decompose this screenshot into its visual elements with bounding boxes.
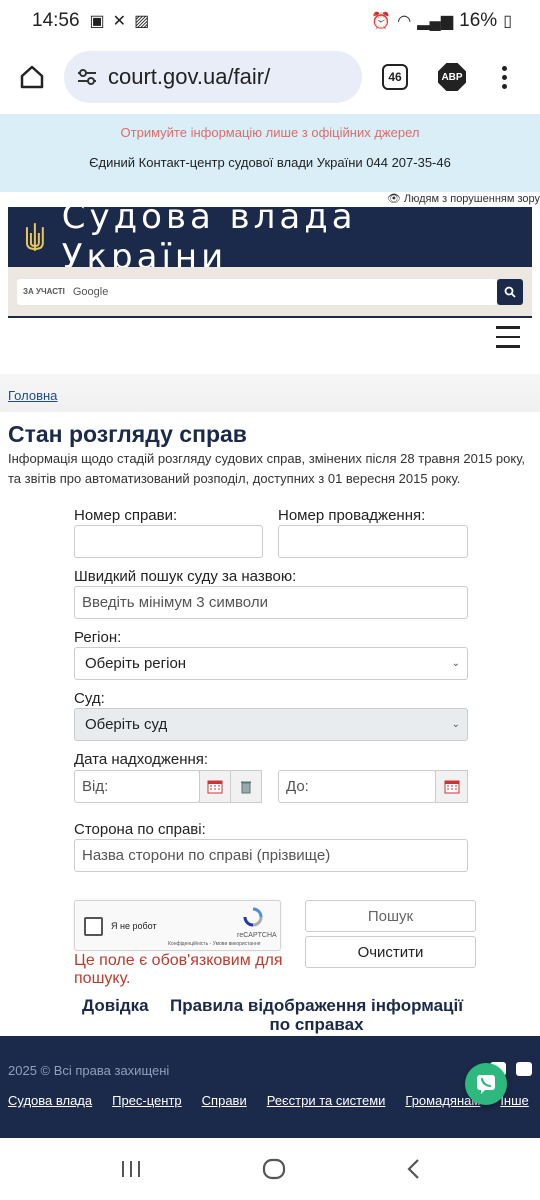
trash-icon[interactable] [230,770,262,803]
footer-link-other[interactable]: Інше [500,1093,528,1108]
adblock-icon[interactable]: ABP [438,63,466,91]
hamburger-menu-icon[interactable] [496,326,520,348]
home-nav-icon[interactable] [262,1158,286,1180]
date-from-input[interactable]: Від: [74,770,200,803]
proceeding-number-label: Номер провадження: [278,507,426,524]
signal-icon: ▂▄▆ [417,13,454,30]
court-search-label: Швидкий пошук суду за назвою: [74,568,297,585]
footer-link-judiciary[interactable]: Судова влада [8,1093,92,1108]
site-settings-icon[interactable] [76,68,98,86]
region-select-value: Оберіть регіон [85,655,187,672]
footer-link-cases[interactable]: Справи [202,1093,247,1108]
mute-icon: ✕ [112,13,127,30]
court-select-value: Оберіть суд [85,716,168,733]
display-rules-link[interactable]: Правила відображення інформації по справ… [164,996,469,1034]
chevron-down-icon: ⌄ [451,658,460,669]
battery-icon: ▯ [503,13,512,30]
address-bar[interactable]: court.gov.ua/fair/ [64,51,362,103]
browser-toolbar: court.gov.ua/fair/ 46 ABP [0,42,540,112]
help-link[interactable]: Довідка [82,996,149,1016]
back-icon[interactable] [406,1158,420,1180]
image-icon: ▨ [134,13,150,30]
wifi-icon: ◠ [397,13,412,30]
phone-chat-icon [477,1075,495,1094]
party-label: Сторона по справі: [74,821,206,838]
recaptcha-widget: Я не робот reCAPTCHA Конфіденційність - … [74,900,281,951]
proceeding-number-input[interactable] [278,525,468,558]
battery-percent: 16% [459,10,498,31]
search-icon [504,286,516,298]
chat-button[interactable] [465,1063,507,1105]
recaptcha-checkbox[interactable] [84,917,103,936]
clock: 14:56 [32,10,80,31]
copyright: 2025 © Всі права захищені [8,1063,170,1078]
header-divider [8,316,532,318]
court-label: Суд: [74,690,105,707]
site-search: ЗА УЧАСТІ Google [8,267,532,316]
search-input[interactable]: ЗА УЧАСТІ Google [17,278,497,305]
alarm-icon: ⏰ [371,13,392,30]
case-number-input[interactable] [74,525,263,558]
calendar-icon[interactable] [435,770,468,803]
recaptcha-logo-icon [243,907,263,927]
breadcrumb-home[interactable]: Головна [8,388,57,403]
site-title[interactable]: Судова влада України [62,197,532,277]
youtube-icon[interactable] [516,1062,532,1076]
region-select[interactable]: Оберіть регіон ⌄ [74,647,468,680]
contact-center-text: Єдиний Контакт-центр судової влади Украї… [89,155,451,170]
recaptcha-brand: reCAPTCHA [237,932,277,939]
google-brand: Google [72,285,109,298]
info-banner: Отримуйте інформацію лише з офіційних дж… [0,114,540,192]
screen-record-icon: ▣ [89,13,105,30]
footer-link-registries[interactable]: Реєстри та системи [267,1093,386,1108]
trident-logo-icon [25,223,44,251]
search-submit-button[interactable]: Пошук [305,900,476,932]
court-select[interactable]: Оберіть суд ⌄ [74,708,468,741]
home-icon[interactable] [14,59,50,95]
footer-nav: Судова влада Прес-центр Справи Реєстри т… [8,1093,540,1108]
recaptcha-privacy-links[interactable]: Конфіденційність - Умови використання [168,941,260,947]
tab-switcher-button[interactable]: 46 [382,64,408,90]
case-number-label: Номер справи: [74,507,178,524]
clear-button[interactable]: Очистити [305,936,476,968]
footer [0,1036,540,1138]
party-name-input[interactable]: Назва сторони по справі (прізвище) [74,839,468,872]
date-to-input[interactable]: До: [278,770,436,803]
court-search-input[interactable]: Введіть мінімум 3 символи [74,586,468,619]
official-sources-warning: Отримуйте інформацію лише з офіційних дж… [120,125,420,140]
footer-link-press[interactable]: Прес-центр [112,1093,182,1108]
recaptcha-label: Я не робот [111,921,157,931]
breadcrumb-bar [0,374,540,412]
calendar-icon[interactable] [199,770,231,803]
chevron-down-icon: ⌄ [451,719,460,730]
region-label: Регіон: [74,629,122,646]
browser-menu-button[interactable] [502,65,507,89]
url-text[interactable]: court.gov.ua/fair/ [108,64,270,90]
date-label: Дата надходження: [74,751,209,768]
status-bar: 14:56 ▣ ✕ ▨ ⏰ ◠ ▂▄▆ 16% ▯ [0,0,540,42]
recent-apps-icon[interactable] [120,1159,142,1179]
search-button[interactable] [497,278,523,305]
system-nav-bar [0,1138,540,1200]
notification-icons: ▣ ✕ ▨ [90,11,150,31]
page-description: Інформація щодо стадій розгляду судових … [8,451,526,486]
page-title: Стан розгляду справ [8,421,247,447]
site-header: Судова влада України [8,197,532,277]
search-prefix: ЗА УЧАСТІ [23,287,65,296]
required-field-error: Це поле є обов'язковим для пошуку. [74,952,283,987]
